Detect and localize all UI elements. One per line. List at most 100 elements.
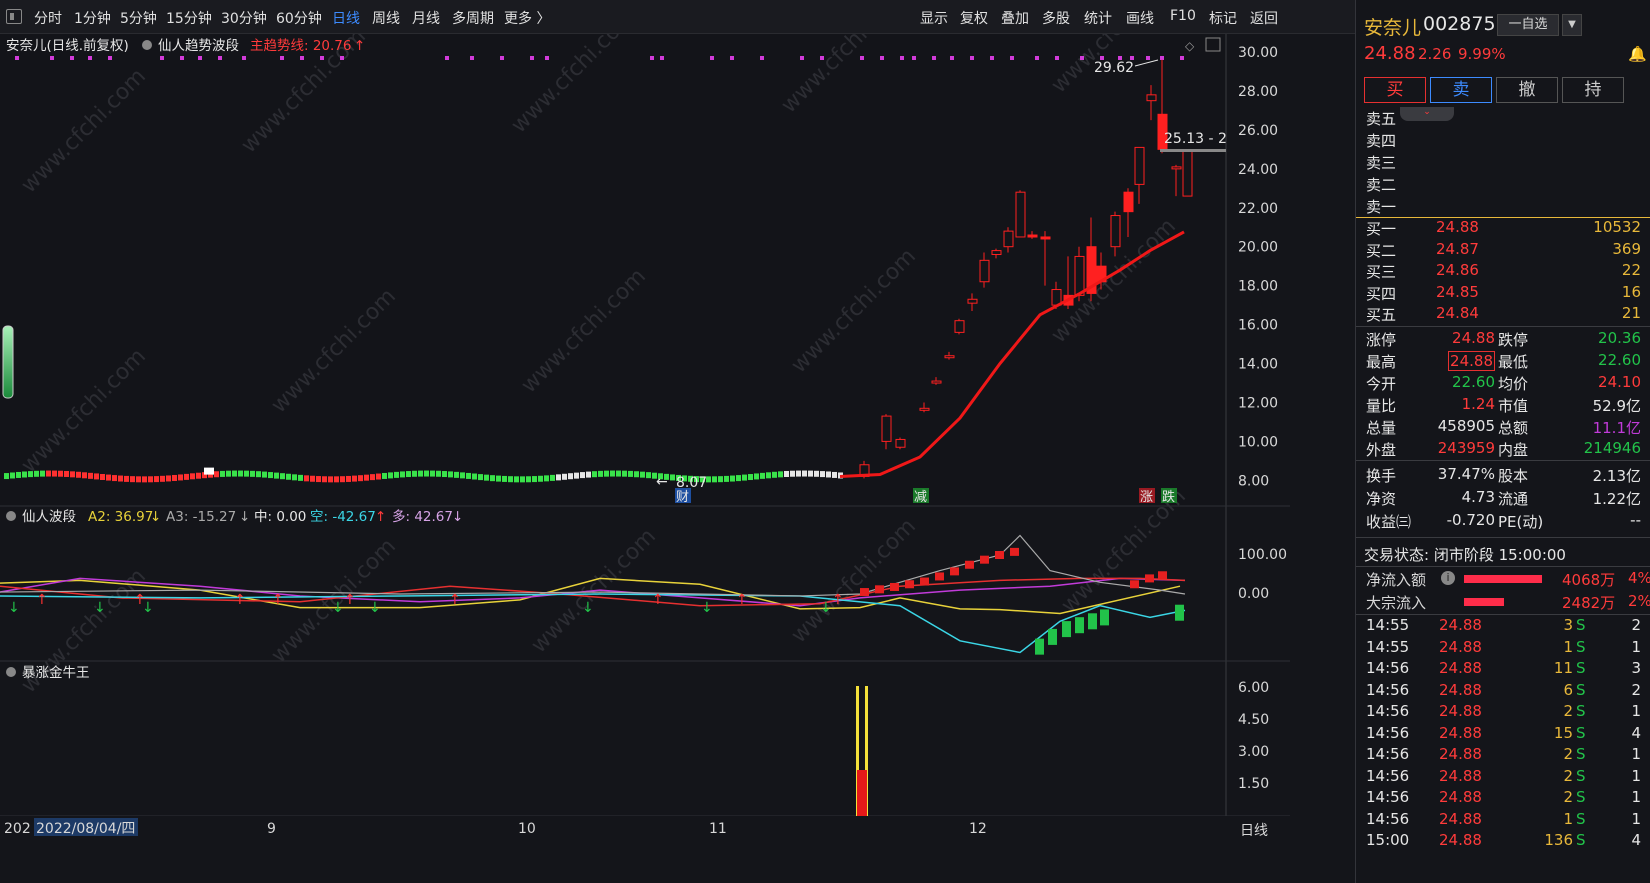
candle [352, 475, 357, 482]
bell-icon[interactable]: 🔔 [1628, 45, 1647, 63]
bid-label: 买二 [1366, 241, 1397, 260]
candle [256, 471, 261, 478]
kline-chart[interactable]: www.cfchi.com www.cfchi.com www.cfchi.comw… [0, 34, 1290, 883]
action-mark[interactable]: 标记 [1209, 8, 1237, 28]
tick-price: 24.88 [1439, 766, 1482, 785]
tick-price: 24.88 [1439, 745, 1482, 763]
bid-row[interactable]: 买四 24.85 16 [1366, 283, 1641, 305]
buy-button[interactable]: 买 [1364, 77, 1426, 103]
candle [514, 476, 519, 483]
bid-row[interactable]: 买三 24.86 22 [1366, 261, 1641, 283]
bid-price: 24.88 [1436, 218, 1479, 236]
bid-row[interactable]: 买二 24.87 369 [1366, 240, 1641, 262]
candle [436, 470, 441, 477]
candle [724, 475, 729, 482]
period-weekly[interactable]: 周线 [372, 8, 400, 28]
stat-key: 净资 [1366, 490, 1397, 508]
stat-key: 总量 [1366, 419, 1397, 437]
watchlist-dropdown-icon[interactable]: ▼ [1562, 14, 1582, 36]
stock-code: 002875 [1423, 13, 1496, 35]
tick-volume: 15 [1553, 723, 1573, 742]
candle [1182, 150, 1193, 197]
candle [196, 472, 201, 479]
action-stats[interactable]: 统计 [1084, 8, 1112, 28]
wave-bar-red [860, 588, 869, 597]
candle [520, 476, 525, 483]
period-multi[interactable]: 多周期 [452, 8, 494, 28]
holdings-button[interactable]: 持 [1562, 77, 1624, 103]
action-display[interactable]: 显示 [920, 8, 948, 28]
candle [778, 471, 783, 478]
sell-button[interactable]: 卖 [1430, 77, 1492, 103]
period-1min[interactable]: 1分钟 [74, 8, 111, 28]
stat-key: 内盘 [1498, 441, 1529, 459]
tick-price: 24.88 [1439, 659, 1482, 677]
period-30min[interactable]: 30分钟 [221, 8, 267, 28]
stat-key: 最高 [1366, 353, 1397, 371]
period-monthly[interactable]: 月线 [412, 8, 440, 28]
candle [214, 471, 219, 478]
candle [280, 473, 285, 480]
signal-dot [445, 56, 449, 60]
period-daily[interactable]: 日线 [332, 8, 360, 28]
signal-dot [760, 56, 764, 60]
ask-row: 卖二 [1366, 174, 1641, 196]
x-label-12: 12 [969, 821, 987, 837]
watchlist-button[interactable]: 一自选 [1497, 14, 1559, 36]
bid-row[interactable]: 买一 24.88 10532 [1366, 218, 1641, 240]
candle [238, 470, 243, 477]
candle [502, 475, 507, 482]
price-tick: 26.00 [1238, 123, 1278, 139]
signal-dot [970, 56, 974, 60]
candle [94, 473, 99, 480]
wave-bar-green [1175, 604, 1184, 621]
tick-count: 1 [1631, 809, 1641, 828]
price-tick: 8.00 [1238, 473, 1269, 489]
candle [316, 476, 321, 483]
candle [490, 475, 495, 482]
wave-bar-red [1130, 580, 1139, 589]
period-60min[interactable]: 60分钟 [276, 8, 322, 28]
last-price: 24.88 [1364, 43, 1416, 64]
action-multi-stock[interactable]: 多股 [1042, 8, 1070, 28]
candle [226, 470, 231, 477]
action-adjust[interactable]: 复权 [960, 8, 988, 28]
period-more[interactable]: 更多 〉 [504, 8, 550, 28]
candle [412, 470, 417, 477]
candle [1146, 94, 1157, 102]
candle [112, 475, 117, 482]
wave-kong-arrow: ↑ [375, 509, 386, 525]
tick-row: 14:56 24.88 11 S 3 [1366, 659, 1641, 681]
signal-dot [50, 56, 54, 60]
cancel-order-button[interactable]: 撤 [1496, 77, 1558, 103]
wave-bar-red [995, 551, 1004, 559]
bid-row[interactable]: 买五 24.84 21 [1366, 304, 1641, 326]
stat-row: 量比 1.24 市值 52.9亿 [1366, 395, 1641, 417]
candle [736, 475, 741, 482]
action-draw[interactable]: 画线 [1126, 8, 1154, 28]
action-f10[interactable]: F10 [1170, 8, 1196, 24]
signal-dot [1080, 56, 1084, 60]
flow-row-net: 净流入额 i 4068万 4% [1366, 569, 1650, 591]
current-price-line [1160, 149, 1226, 152]
candle [142, 476, 147, 483]
candle [430, 470, 435, 477]
price-tick: 18.00 [1238, 279, 1278, 295]
stat-row: 换手 37.47% 股本 2.13亿 [1366, 465, 1641, 487]
down-arrow-icon: ↓ [332, 600, 344, 616]
candle [388, 472, 393, 479]
tick-time: 14:56 [1366, 745, 1410, 763]
period-intraday[interactable]: 分时 [34, 8, 62, 28]
wave-a2-arrow: ↓ [150, 509, 161, 525]
stat-value: 24.88 [1452, 329, 1495, 347]
tick-row: 14:56 24.88 2 S 1 [1366, 788, 1641, 810]
panel-toggle-icon[interactable] [6, 9, 22, 24]
stat-key: 流通 [1498, 490, 1529, 508]
period-15min[interactable]: 15分钟 [166, 8, 212, 28]
period-5min[interactable]: 5分钟 [120, 8, 157, 28]
bid-volume: 10532 [1593, 218, 1641, 236]
candle [1015, 191, 1026, 238]
candle [616, 470, 621, 477]
action-overlay[interactable]: 叠加 [1001, 8, 1029, 28]
action-back[interactable]: 返回 [1250, 8, 1278, 28]
